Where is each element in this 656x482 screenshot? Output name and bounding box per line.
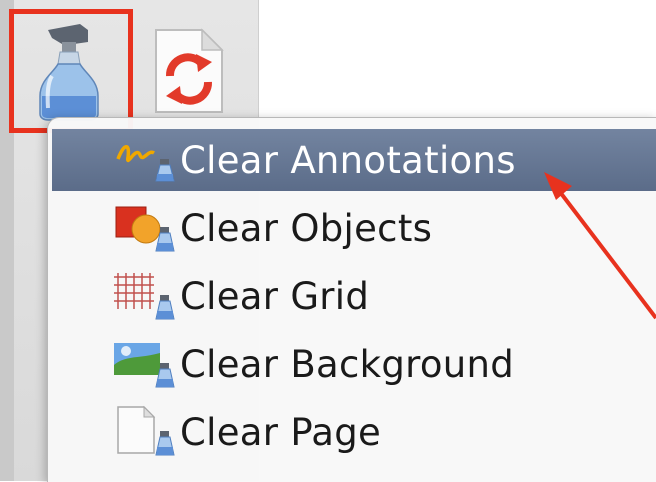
- clear-menu: Clear Annotations Clear Objects Clear Gr…: [47, 117, 656, 482]
- clear-grid-icon: [110, 265, 182, 327]
- menu-item-label: Clear Grid: [180, 274, 370, 318]
- clear-page-icon: [110, 401, 182, 463]
- menu-item-clear-grid[interactable]: Clear Grid: [52, 265, 656, 327]
- clear-annotations-icon: [110, 129, 182, 191]
- clear-tool-button[interactable]: [18, 16, 128, 126]
- menu-item-clear-page[interactable]: Clear Page: [52, 401, 656, 463]
- toolbar-edge: [0, 0, 14, 481]
- clear-background-icon: [110, 333, 182, 395]
- menu-item-clear-objects[interactable]: Clear Objects: [52, 197, 656, 259]
- menu-item-label: Clear Background: [180, 342, 515, 386]
- spray-bottle-icon: [39, 24, 99, 121]
- menu-item-label: Clear Objects: [180, 206, 433, 250]
- refresh-page-button[interactable]: [150, 26, 230, 116]
- menu-item-clear-background[interactable]: Clear Background: [52, 333, 656, 395]
- menu-item-label: Clear Page: [180, 410, 382, 454]
- menu-item-clear-annotations[interactable]: Clear Annotations: [52, 129, 656, 191]
- menu-item-label: Clear Annotations: [180, 138, 516, 182]
- refresh-page-icon: [155, 28, 224, 113]
- clear-objects-icon: [110, 197, 182, 259]
